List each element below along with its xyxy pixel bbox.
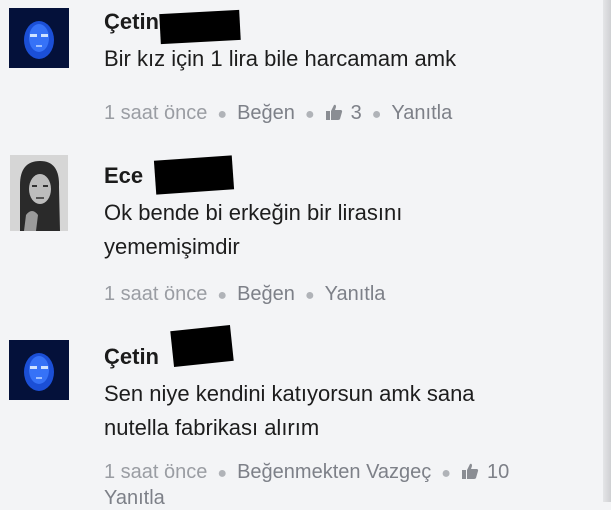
comment-meta-wrap: Yanıtla <box>104 486 165 510</box>
separator-dot: ● <box>371 106 382 123</box>
timestamp[interactable]: 1 saat önce <box>104 283 207 305</box>
timestamp[interactable]: 1 saat önce <box>104 461 207 483</box>
name-redaction <box>153 155 235 195</box>
comment-text: Sen niye kendini katıyorsun amk sana <box>104 381 475 406</box>
like-button[interactable]: Beğen <box>237 102 295 124</box>
avatar[interactable] <box>9 8 69 68</box>
avatar[interactable] <box>10 155 68 231</box>
commenter-name[interactable]: Çetin <box>104 9 159 35</box>
comment-meta: 1 saat önce ● Beğenmekten Vazgeç ● 10 <box>104 460 509 486</box>
separator-dot: ● <box>304 287 315 304</box>
name-redaction <box>159 9 241 45</box>
comment-text: nutella fabrikası alırım <box>104 415 320 440</box>
comment-text: yememişimdir <box>104 234 240 259</box>
separator-dot: ● <box>217 287 228 304</box>
timestamp[interactable]: 1 saat önce <box>104 102 207 124</box>
comment-meta: 1 saat önce ● Beğen ● Yanıtla <box>104 282 385 308</box>
separator-dot: ● <box>441 465 451 482</box>
woman-portrait-avatar-icon <box>10 155 68 231</box>
like-count[interactable]: 3 <box>351 102 362 124</box>
name-redaction <box>170 324 234 368</box>
separator-dot: ● <box>217 106 228 123</box>
reply-button[interactable]: Yanıtla <box>104 487 165 509</box>
reply-button[interactable]: Yanıtla <box>391 102 452 124</box>
thumbs-up-icon[interactable] <box>325 103 343 127</box>
separator-dot: ● <box>217 465 228 482</box>
separator-dot: ● <box>304 106 315 123</box>
like-count[interactable]: 10 <box>487 461 509 483</box>
thumbs-up-icon[interactable] <box>461 462 479 486</box>
avatar[interactable] <box>9 340 69 400</box>
comment-text: Bir kız için 1 lira bile harcamam amk <box>104 46 457 71</box>
scrollbar[interactable] <box>603 0 611 502</box>
commenter-name[interactable]: Çetin <box>104 344 159 370</box>
unlike-button[interactable]: Beğenmekten Vazgeç <box>237 461 431 483</box>
comment-text: Ok bende bi erkeğin bir lirasını <box>104 200 403 225</box>
like-button[interactable]: Beğen <box>237 283 295 305</box>
comment-meta: 1 saat önce ● Beğen ● 3 ● Yanıtla <box>104 101 452 127</box>
blue-face-avatar-icon <box>9 8 69 68</box>
reply-button[interactable]: Yanıtla <box>325 283 386 305</box>
commenter-name[interactable]: Ece <box>104 163 143 189</box>
blue-face-avatar-icon <box>9 340 69 400</box>
